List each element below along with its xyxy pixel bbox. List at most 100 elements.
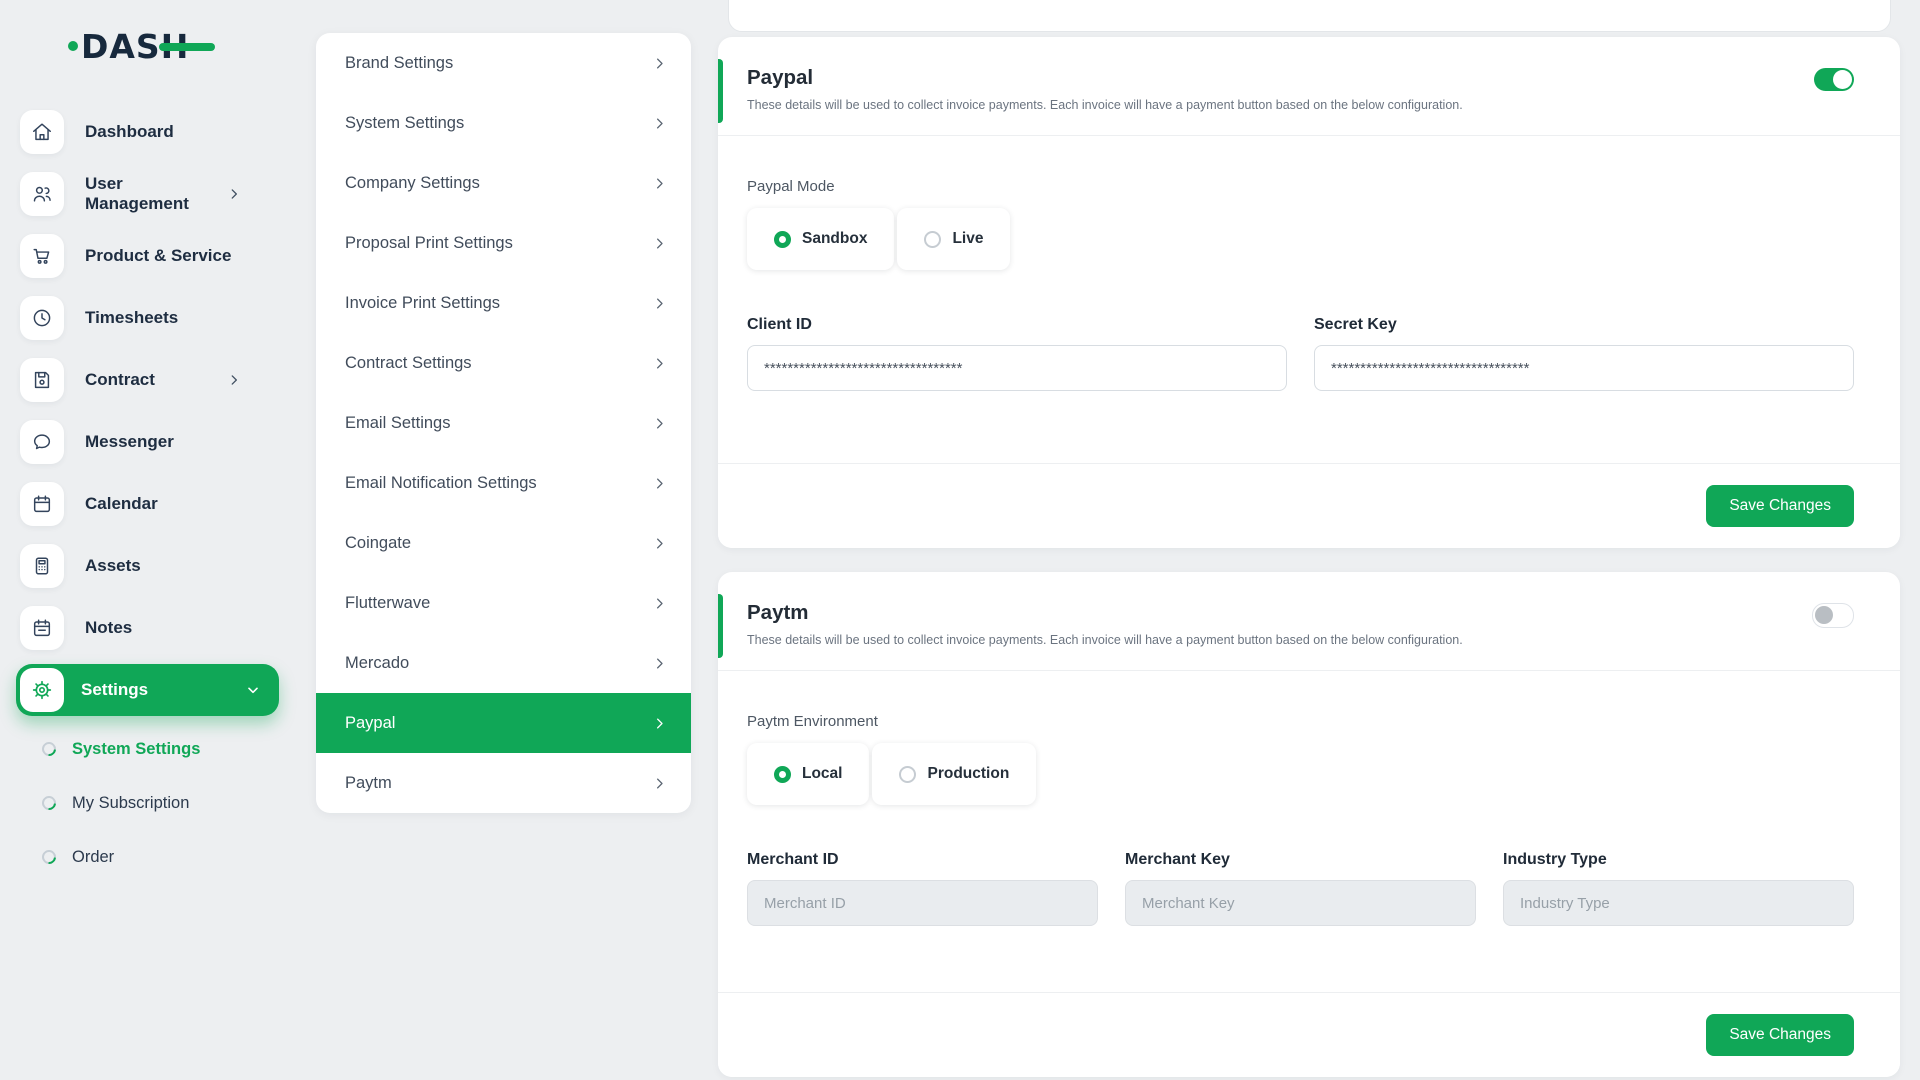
paypal-mode-label: Paypal Mode	[747, 178, 1854, 195]
radio-live[interactable]: Live	[897, 208, 1010, 270]
paytm-environment-options: Local Production	[747, 743, 1854, 805]
paypal-description: These details will be used to collect in…	[747, 98, 1854, 112]
paypal-save-button[interactable]: Save Changes	[1706, 485, 1854, 527]
cart-icon	[20, 234, 64, 278]
secret-key-label: Secret Key	[1314, 316, 1854, 334]
sidebar-item-timesheets[interactable]: Timesheets	[20, 296, 271, 340]
paypal-toggle[interactable]	[1814, 68, 1854, 91]
paytm-card: Paytm These details will be used to coll…	[718, 572, 1900, 1077]
chevron-right-icon	[652, 476, 667, 491]
chevron-right-icon	[652, 656, 667, 671]
paytm-card-footer: Save Changes	[718, 992, 1900, 1077]
menu-item-proposal-print-settings[interactable]: Proposal Print Settings	[316, 213, 691, 273]
toggle-knob	[1833, 70, 1852, 89]
paypal-fields: Client ID Secret Key	[747, 316, 1854, 391]
calendar-icon	[20, 482, 64, 526]
chevron-right-icon	[652, 536, 667, 551]
paypal-card-body: Paypal Mode Sandbox Live Client ID	[718, 136, 1900, 391]
menu-item-email-settings[interactable]: Email Settings	[316, 393, 691, 453]
bullet-icon	[39, 793, 59, 813]
sidebar-item-contract[interactable]: Contract	[20, 358, 271, 402]
logo-dash-icon	[159, 43, 215, 51]
menu-item-email-notification-settings[interactable]: Email Notification Settings	[316, 453, 691, 513]
merchant-key-input	[1125, 880, 1476, 926]
paypal-card-footer: Save Changes	[718, 463, 1900, 548]
sidebar-item-product-service[interactable]: Product & Service	[20, 234, 271, 278]
secret-key-group: Secret Key	[1314, 316, 1854, 391]
menu-item-brand-settings[interactable]: Brand Settings	[316, 33, 691, 93]
industry-type-input	[1503, 880, 1854, 926]
accent-bar	[718, 594, 723, 658]
paytm-card-body: Paytm Environment Local Production Merch…	[718, 671, 1900, 926]
paytm-environment-label: Paytm Environment	[747, 713, 1854, 730]
merchant-id-input	[747, 880, 1098, 926]
settings-menu-panel: Brand Settings System Settings Company S…	[316, 33, 691, 813]
chevron-right-icon	[652, 296, 667, 311]
merchant-id-group: Merchant ID	[747, 851, 1098, 926]
logo-dot-icon	[68, 41, 78, 51]
chevron-down-icon	[245, 682, 261, 698]
paypal-card-header: Paypal These details will be used to col…	[718, 37, 1900, 136]
gear-icon	[20, 668, 64, 712]
radio-local[interactable]: Local	[747, 743, 869, 805]
menu-item-flutterwave[interactable]: Flutterwave	[316, 573, 691, 633]
paytm-save-button[interactable]: Save Changes	[1706, 1014, 1854, 1056]
radio-production[interactable]: Production	[872, 743, 1036, 805]
notes-icon	[20, 606, 64, 650]
merchant-key-group: Merchant Key	[1125, 851, 1476, 926]
chevron-right-icon	[652, 776, 667, 791]
chevron-right-icon	[652, 56, 667, 71]
radio-selected-icon	[774, 231, 791, 248]
menu-item-coingate[interactable]: Coingate	[316, 513, 691, 573]
sidebar-item-calendar[interactable]: Calendar	[20, 482, 271, 526]
menu-item-company-settings[interactable]: Company Settings	[316, 153, 691, 213]
sidebar-item-assets[interactable]: Assets	[20, 544, 271, 588]
client-id-group: Client ID	[747, 316, 1287, 391]
clock-icon	[20, 296, 64, 340]
industry-type-group: Industry Type	[1503, 851, 1854, 926]
subnav-item-my-subscription[interactable]: My Subscription	[42, 781, 200, 825]
paytm-toggle[interactable]	[1812, 603, 1854, 628]
industry-type-label: Industry Type	[1503, 851, 1854, 869]
sidebar: DASH Dashboard User Management	[0, 0, 285, 1080]
paytm-card-header: Paytm These details will be used to coll…	[718, 572, 1900, 671]
menu-item-invoice-print-settings[interactable]: Invoice Print Settings	[316, 273, 691, 333]
sidebar-item-dashboard[interactable]: Dashboard	[20, 110, 271, 154]
bullet-icon	[39, 739, 59, 759]
app-screen: DASH Dashboard User Management	[0, 0, 1920, 1080]
menu-item-paypal[interactable]: Paypal	[316, 693, 691, 753]
paytm-fields: Merchant ID Merchant Key Industry Type	[747, 851, 1854, 926]
chevron-right-icon	[227, 187, 241, 201]
chevron-right-icon	[652, 176, 667, 191]
menu-item-system-settings[interactable]: System Settings	[316, 93, 691, 153]
sidebar-item-user-management[interactable]: User Management	[20, 172, 271, 216]
sidebar-item-messenger[interactable]: Messenger	[20, 420, 271, 464]
calculator-icon	[20, 544, 64, 588]
secret-key-input[interactable]	[1314, 345, 1854, 391]
client-id-input[interactable]	[747, 345, 1287, 391]
bullet-icon	[39, 847, 59, 867]
main-content: Paypal These details will be used to col…	[718, 0, 1900, 1080]
subnav-item-order[interactable]: Order	[42, 835, 200, 879]
radio-unselected-icon	[899, 766, 916, 783]
subnav-item-system-settings[interactable]: System Settings	[42, 727, 200, 771]
users-icon	[20, 172, 64, 216]
menu-item-paytm[interactable]: Paytm	[316, 753, 691, 813]
sidebar-nav: Dashboard User Management Product & Serv…	[20, 110, 271, 712]
menu-item-contract-settings[interactable]: Contract Settings	[316, 333, 691, 393]
sidebar-item-settings[interactable]: Settings	[16, 664, 279, 716]
floppy-icon	[20, 358, 64, 402]
chevron-right-icon	[652, 116, 667, 131]
menu-item-mercado[interactable]: Mercado	[316, 633, 691, 693]
accent-bar	[718, 59, 723, 123]
chevron-right-icon	[652, 236, 667, 251]
app-logo: DASH	[68, 26, 215, 66]
radio-sandbox[interactable]: Sandbox	[747, 208, 894, 270]
chevron-right-icon	[652, 356, 667, 371]
home-icon	[20, 110, 64, 154]
merchant-id-label: Merchant ID	[747, 851, 1098, 869]
paypal-mode-options: Sandbox Live	[747, 208, 1854, 270]
previous-card-edge	[728, 0, 1891, 32]
sidebar-item-notes[interactable]: Notes	[20, 606, 271, 650]
settings-subnav: System Settings My Subscription Order	[42, 727, 200, 879]
